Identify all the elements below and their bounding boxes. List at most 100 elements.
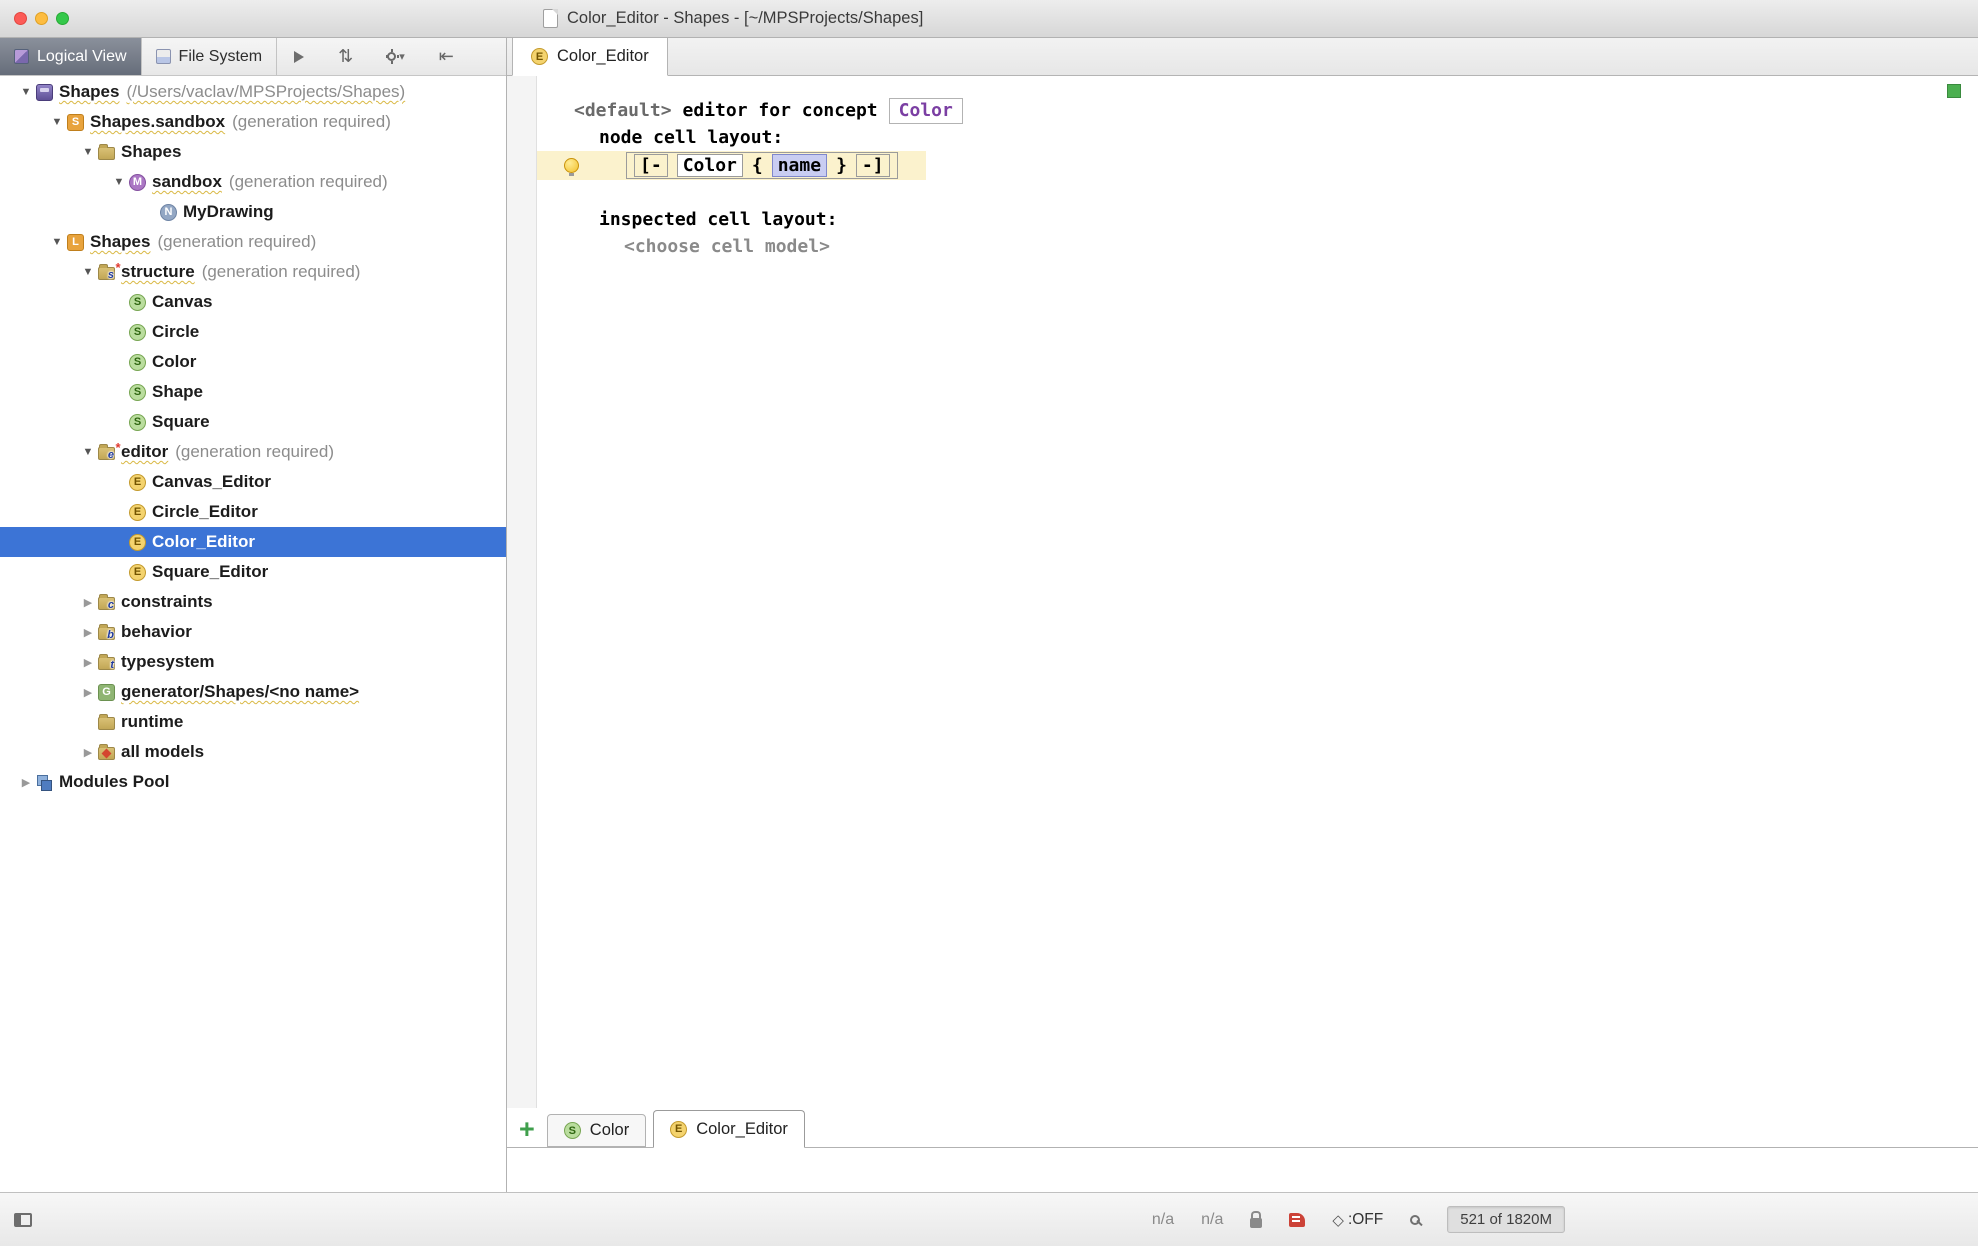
tree-item-note: (generation required) (175, 442, 334, 462)
expanded-arrow-icon[interactable]: ▼ (109, 176, 129, 188)
editor-tab-label: Color_Editor (557, 47, 649, 66)
editor-aspect-icon: e* (98, 447, 115, 460)
tree-item-typesystem[interactable]: ▶ttypesystem (0, 647, 506, 677)
tree-item-square[interactable]: SSquare (0, 407, 506, 437)
tree-item-color[interactable]: SColor (0, 347, 506, 377)
tree-item-runtime[interactable]: runtime (0, 707, 506, 737)
hector-inspector-icon[interactable] (1289, 1213, 1305, 1227)
close-button[interactable] (14, 12, 27, 25)
tree-item-shape[interactable]: SShape (0, 377, 506, 407)
editor-tab-color-editor[interactable]: E Color_Editor (512, 38, 668, 76)
cell-brace-close[interactable]: } (836, 155, 847, 176)
add-tab-button[interactable]: + (519, 1116, 535, 1143)
cell-close-bracket[interactable]: -] (856, 154, 890, 177)
choose-cell-model[interactable]: <choose cell model> (624, 233, 1978, 260)
tree-item-circle-editor[interactable]: ECircle_Editor (0, 497, 506, 527)
tree-item-canvas-editor[interactable]: ECanvas_Editor (0, 467, 506, 497)
tree-item-note: (generation required) (229, 172, 388, 192)
collapsed-arrow-icon[interactable]: ▶ (78, 746, 98, 759)
solution-icon: S (67, 114, 84, 131)
editor-icon: E (531, 48, 548, 65)
concept-reference[interactable]: Color (889, 98, 963, 124)
expanded-arrow-icon[interactable]: ▼ (47, 116, 67, 128)
tree-item-square-editor[interactable]: E Square_Editor (0, 557, 506, 587)
blank-line (574, 180, 1978, 206)
current-line: [- Color { name } -] (537, 151, 926, 180)
bottom-tab-color[interactable]: S Color (547, 1114, 646, 1147)
expanded-arrow-icon[interactable]: ▼ (78, 266, 98, 278)
collapse-all-icon[interactable]: ⇤ (422, 38, 471, 75)
cell-collection[interactable]: [- Color { name } -] (626, 152, 898, 179)
bottom-tab-color-editor[interactable]: EColor_Editor (653, 1110, 805, 1148)
off-label: :OFF (1348, 1211, 1383, 1229)
search-icon[interactable] (1410, 1215, 1420, 1225)
cell-constant-color[interactable]: Color (677, 154, 743, 177)
minimize-button[interactable] (35, 12, 48, 25)
project-icon (36, 84, 53, 101)
tab-file-system[interactable]: File System (142, 38, 277, 75)
diamond-icon: ◇ (1332, 1211, 1344, 1229)
expanded-arrow-icon[interactable]: ▼ (47, 236, 67, 248)
tree-item-label: Square_Editor (152, 562, 268, 582)
tree-item-generator-shapes-no-name[interactable]: ▶Ggenerator/Shapes/<no name> (0, 677, 506, 707)
editor-content[interactable]: <default>editor for conceptColor node ce… (507, 76, 1978, 1108)
tree-item-circle[interactable]: SCircle (0, 317, 506, 347)
tree-item-label: Modules Pool (59, 772, 170, 792)
intention-bulb-icon[interactable] (564, 158, 579, 173)
collapsed-arrow-icon[interactable]: ▶ (78, 626, 98, 639)
tree-item-color-editor[interactable]: EColor_Editor (0, 527, 506, 557)
gear-icon[interactable]: ▾ (370, 38, 422, 75)
bottom-tab-label: Color (590, 1121, 629, 1140)
document-icon (543, 9, 558, 28)
editor-icon: E (670, 1121, 687, 1138)
typesystem-aspect-icon: t (98, 657, 115, 670)
tree-item-editor[interactable]: ▼e*editor(generation required) (0, 437, 506, 467)
expanded-arrow-icon[interactable]: ▼ (16, 86, 36, 98)
cell-property-name[interactable]: name (772, 154, 827, 177)
editor-icon: E (129, 564, 146, 581)
toggle-toolwindows-icon[interactable] (14, 1213, 32, 1227)
tree-item-all-models[interactable]: ▶all models (0, 737, 506, 767)
window-title: Color_Editor - Shapes - [~/MPSProjects/S… (567, 9, 923, 28)
tab-logical-view-label: Logical View (37, 48, 127, 66)
tree-item-mydrawing[interactable]: NMyDrawing (0, 197, 506, 227)
collapsed-arrow-icon[interactable]: ▶ (78, 596, 98, 609)
tab-logical-view[interactable]: Logical View (0, 38, 141, 75)
editor-icon: E (129, 534, 146, 551)
cell-brace-open[interactable]: { (752, 155, 763, 176)
collapsed-arrow-icon[interactable]: ▶ (78, 656, 98, 669)
tree-item-structure[interactable]: ▼s*structure(generation required) (0, 257, 506, 287)
tree-item-constraints[interactable]: ▶cconstraints (0, 587, 506, 617)
logical-view-icon (14, 49, 29, 64)
tree-item-label: Shape (152, 382, 203, 402)
play-icon[interactable] (277, 38, 321, 75)
tree-item-canvas[interactable]: SCanvas (0, 287, 506, 317)
editor-icon: E (129, 474, 146, 491)
default-label: <default> (574, 100, 672, 121)
autoscroll-icon[interactable]: ⇅ (321, 38, 370, 75)
tree-item-shapes[interactable]: ▼Shapes(/Users/vaclav/MPSProjects/Shapes… (0, 77, 506, 107)
expanded-arrow-icon[interactable]: ▼ (78, 446, 98, 458)
tree-item-behavior[interactable]: ▶bbehavior (0, 617, 506, 647)
collapsed-arrow-icon[interactable]: ▶ (16, 776, 36, 789)
status-right-cluster: n/a n/a ◇:OFF 521 of 1820M (1152, 1206, 1565, 1233)
tree-item-shapes-sandbox[interactable]: ▼SShapes.sandbox(generation required) (0, 107, 506, 137)
tree-item-label: constraints (121, 592, 213, 612)
lock-icon[interactable] (1250, 1218, 1262, 1228)
tree-item-shapes[interactable]: ▼Shapes (0, 137, 506, 167)
memory-indicator[interactable]: 521 of 1820M (1447, 1206, 1565, 1233)
status-position-right: n/a (1201, 1211, 1223, 1229)
expanded-arrow-icon[interactable]: ▼ (78, 146, 98, 158)
collapsed-arrow-icon[interactable]: ▶ (78, 686, 98, 699)
cell-open-bracket[interactable]: [- (634, 154, 668, 177)
error-stripe-indicator (1947, 84, 1961, 98)
tree-item-label: sandbox (152, 172, 222, 192)
power-save-indicator[interactable]: ◇:OFF (1332, 1211, 1383, 1229)
concept-icon: S (564, 1122, 581, 1139)
tree-item-shapes[interactable]: ▼LShapes(generation required) (0, 227, 506, 257)
tree-item-label: generator/Shapes/<no name> (121, 682, 359, 702)
tree-item-label: Shapes (59, 82, 119, 102)
tree-item-sandbox[interactable]: ▼Msandbox(generation required) (0, 167, 506, 197)
tree-item-modules-pool[interactable]: ▶ Modules Pool (0, 767, 506, 797)
zoom-button[interactable] (56, 12, 69, 25)
